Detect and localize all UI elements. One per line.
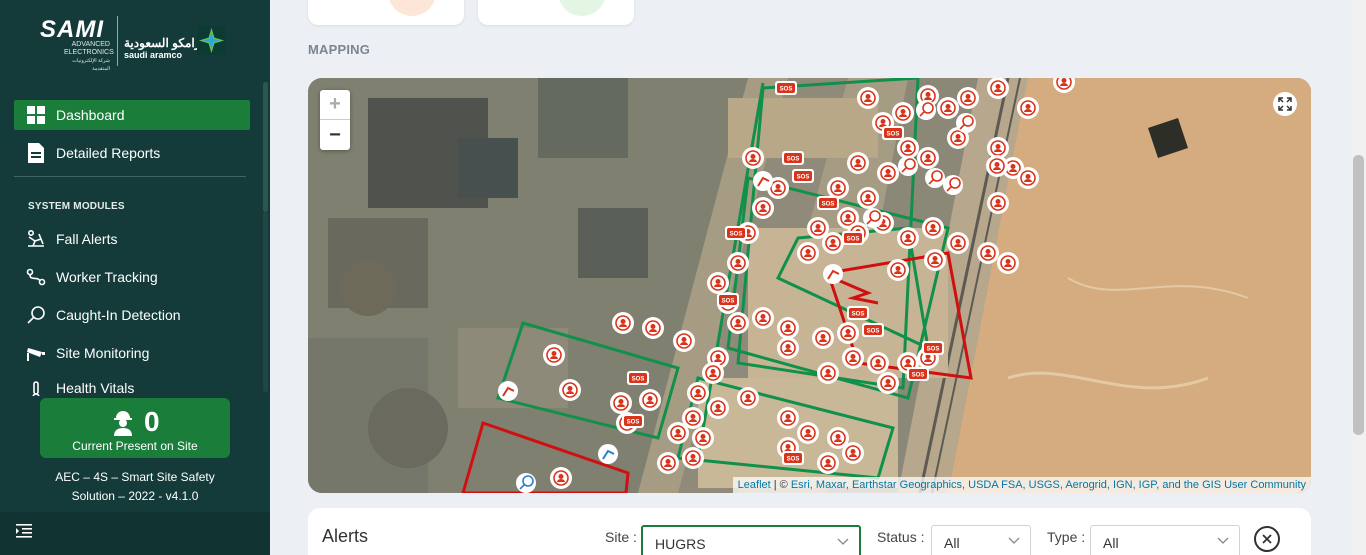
brand-logo: SAMI ADVANCED ELECTRONICS شركة الإلكترون… [40, 16, 230, 72]
zoom-control: + − [320, 90, 350, 150]
sos-marker-label: SOS [927, 347, 940, 353]
sos-marker-label: SOS [847, 237, 860, 243]
worker-helmet-icon [114, 411, 132, 436]
magnifier-icon [25, 304, 47, 326]
alerts-panel: Alerts Site : HUGRS Status : All Type : … [308, 508, 1311, 555]
aramco-star-icon [197, 26, 226, 55]
nav-fall-alerts-label: Fall Alerts [56, 231, 118, 247]
fullscreen-icon [1278, 97, 1292, 111]
type-filter-label: Type : [1047, 529, 1086, 545]
status-filter-select[interactable]: All [931, 525, 1031, 555]
leaflet-link[interactable]: Leaflet [738, 479, 771, 491]
sos-marker-label: SOS [852, 312, 865, 318]
presence-count: 0 [144, 406, 160, 437]
sos-marker-label: SOS [822, 202, 835, 208]
footer-line-1: AEC – 4S – Smart Site Safety [55, 470, 215, 484]
nav-health-vitals-label: Health Vitals [56, 380, 135, 396]
route-icon [25, 266, 47, 288]
site-filter-label: Site : [605, 529, 637, 545]
nav-site-monitoring[interactable]: Site Monitoring [14, 338, 250, 368]
nav-caught-in-detection-label: Caught-In Detection [56, 307, 181, 323]
sos-marker-label: SOS [730, 232, 743, 238]
stat-card-1 [308, 0, 464, 25]
nav-health-vitals[interactable]: Health Vitals [14, 376, 250, 396]
stat-card-2 [478, 0, 634, 25]
nav-separator [14, 176, 246, 177]
alerts-title: Alerts [322, 526, 369, 546]
sos-marker-label: SOS [867, 329, 880, 335]
sidebar-scroll-track [263, 212, 268, 392]
close-icon [1262, 534, 1272, 544]
logo-divider [117, 16, 118, 66]
type-filter-value: All [1103, 535, 1119, 551]
map-attribution: Leaflet | © Esri, Maxar, Earthstar Geogr… [732, 477, 1311, 493]
attribution-sources[interactable]: Esri, Maxar, Earthstar Geographics, USDA… [791, 479, 1306, 491]
sami-sub-ar: شركة الإلكترونيات المتقدمة [72, 58, 110, 72]
sos-marker-label: SOS [787, 157, 800, 163]
zoom-in-button[interactable]: + [320, 90, 350, 120]
mapping-heading: MAPPING [308, 42, 371, 57]
site-filter-select[interactable]: HUGRS [641, 525, 861, 555]
sos-marker-label: SOS [632, 377, 645, 383]
chevron-down-icon [1217, 537, 1229, 544]
nav-worker-tracking-label: Worker Tracking [56, 269, 158, 285]
nav-detailed-reports[interactable]: Detailed Reports [14, 138, 250, 168]
nav-worker-tracking[interactable]: Worker Tracking [14, 262, 250, 292]
aramco-english: saudi aramco [124, 50, 183, 60]
section-title: SYSTEM MODULES [28, 201, 125, 212]
alert-markers: SOS SOS SOS SOS SOS SOS SOS SOS SOS SOS SOS SOS SOS S… [498, 78, 1076, 493]
fall-icon [25, 228, 47, 250]
document-icon [25, 142, 47, 164]
sos-marker-label: SOS [787, 457, 800, 463]
stat-card-1-circle [388, 0, 436, 16]
nav-caught-in-detection[interactable]: Caught-In Detection [14, 300, 250, 330]
nav-dashboard[interactable]: Dashboard [14, 100, 250, 130]
site-filter-value: HUGRS [655, 536, 706, 552]
sami-sub-2: ELECTRONICS [64, 49, 114, 56]
type-filter-select[interactable]: All [1090, 525, 1240, 555]
sos-marker-label: SOS [780, 87, 793, 93]
presence-label: Current Present on Site [72, 439, 198, 453]
cctv-camera-icon [25, 342, 47, 364]
site-map[interactable]: SOS SOS SOS SOS SOS SOS SOS SOS SOS SOS SOS SOS SOS S… [308, 78, 1311, 493]
version-footer: AEC – 4S – Smart Site Safety Solution – … [40, 468, 230, 506]
footer-line-2: Solution – 2022 - v4.1.0 [71, 489, 199, 503]
nav-fall-alerts[interactable]: Fall Alerts [14, 224, 250, 254]
dashboard-icon [25, 104, 47, 126]
stat-card-2-circle [558, 0, 606, 16]
aramco-arabic: أرامكو السعودية [124, 36, 204, 50]
sidebar-scrollbar[interactable] [263, 82, 268, 212]
nav-detailed-reports-label: Detailed Reports [56, 145, 161, 161]
attribution-separator: | © [770, 479, 791, 491]
sami-sub-1: ADVANCED [71, 41, 110, 48]
sos-marker-label: SOS [912, 373, 925, 379]
clear-filters-button[interactable] [1254, 526, 1280, 552]
sidebar: SAMI ADVANCED ELECTRONICS شركة الإلكترون… [0, 0, 270, 555]
menu-toggle-bar [0, 512, 270, 555]
page-scrollbar-thumb[interactable] [1353, 155, 1364, 435]
chevron-down-icon [1008, 537, 1020, 544]
page-scrollbar[interactable] [1351, 0, 1366, 555]
fullscreen-button[interactable] [1273, 92, 1297, 116]
thermometer-icon [25, 380, 47, 396]
zoom-out-button[interactable]: − [320, 120, 350, 150]
sami-subtitle: ADVANCED ELECTRONICS شركة الإلكترونيات ا… [64, 41, 114, 73]
sos-marker-label: SOS [797, 175, 810, 181]
sos-marker-label: SOS [887, 132, 900, 138]
chevron-down-icon [837, 538, 849, 545]
nav-dashboard-label: Dashboard [56, 107, 125, 123]
sos-marker-label: SOS [722, 299, 735, 305]
sami-logo-text: SAMI [40, 16, 104, 43]
nav-site-monitoring-label: Site Monitoring [56, 345, 150, 361]
sos-marker-label: SOS [627, 420, 640, 426]
presence-card: 0 Current Present on Site [40, 398, 230, 458]
menu-collapse-icon[interactable] [16, 524, 32, 538]
status-filter-value: All [944, 535, 960, 551]
status-filter-label: Status : [877, 529, 925, 545]
